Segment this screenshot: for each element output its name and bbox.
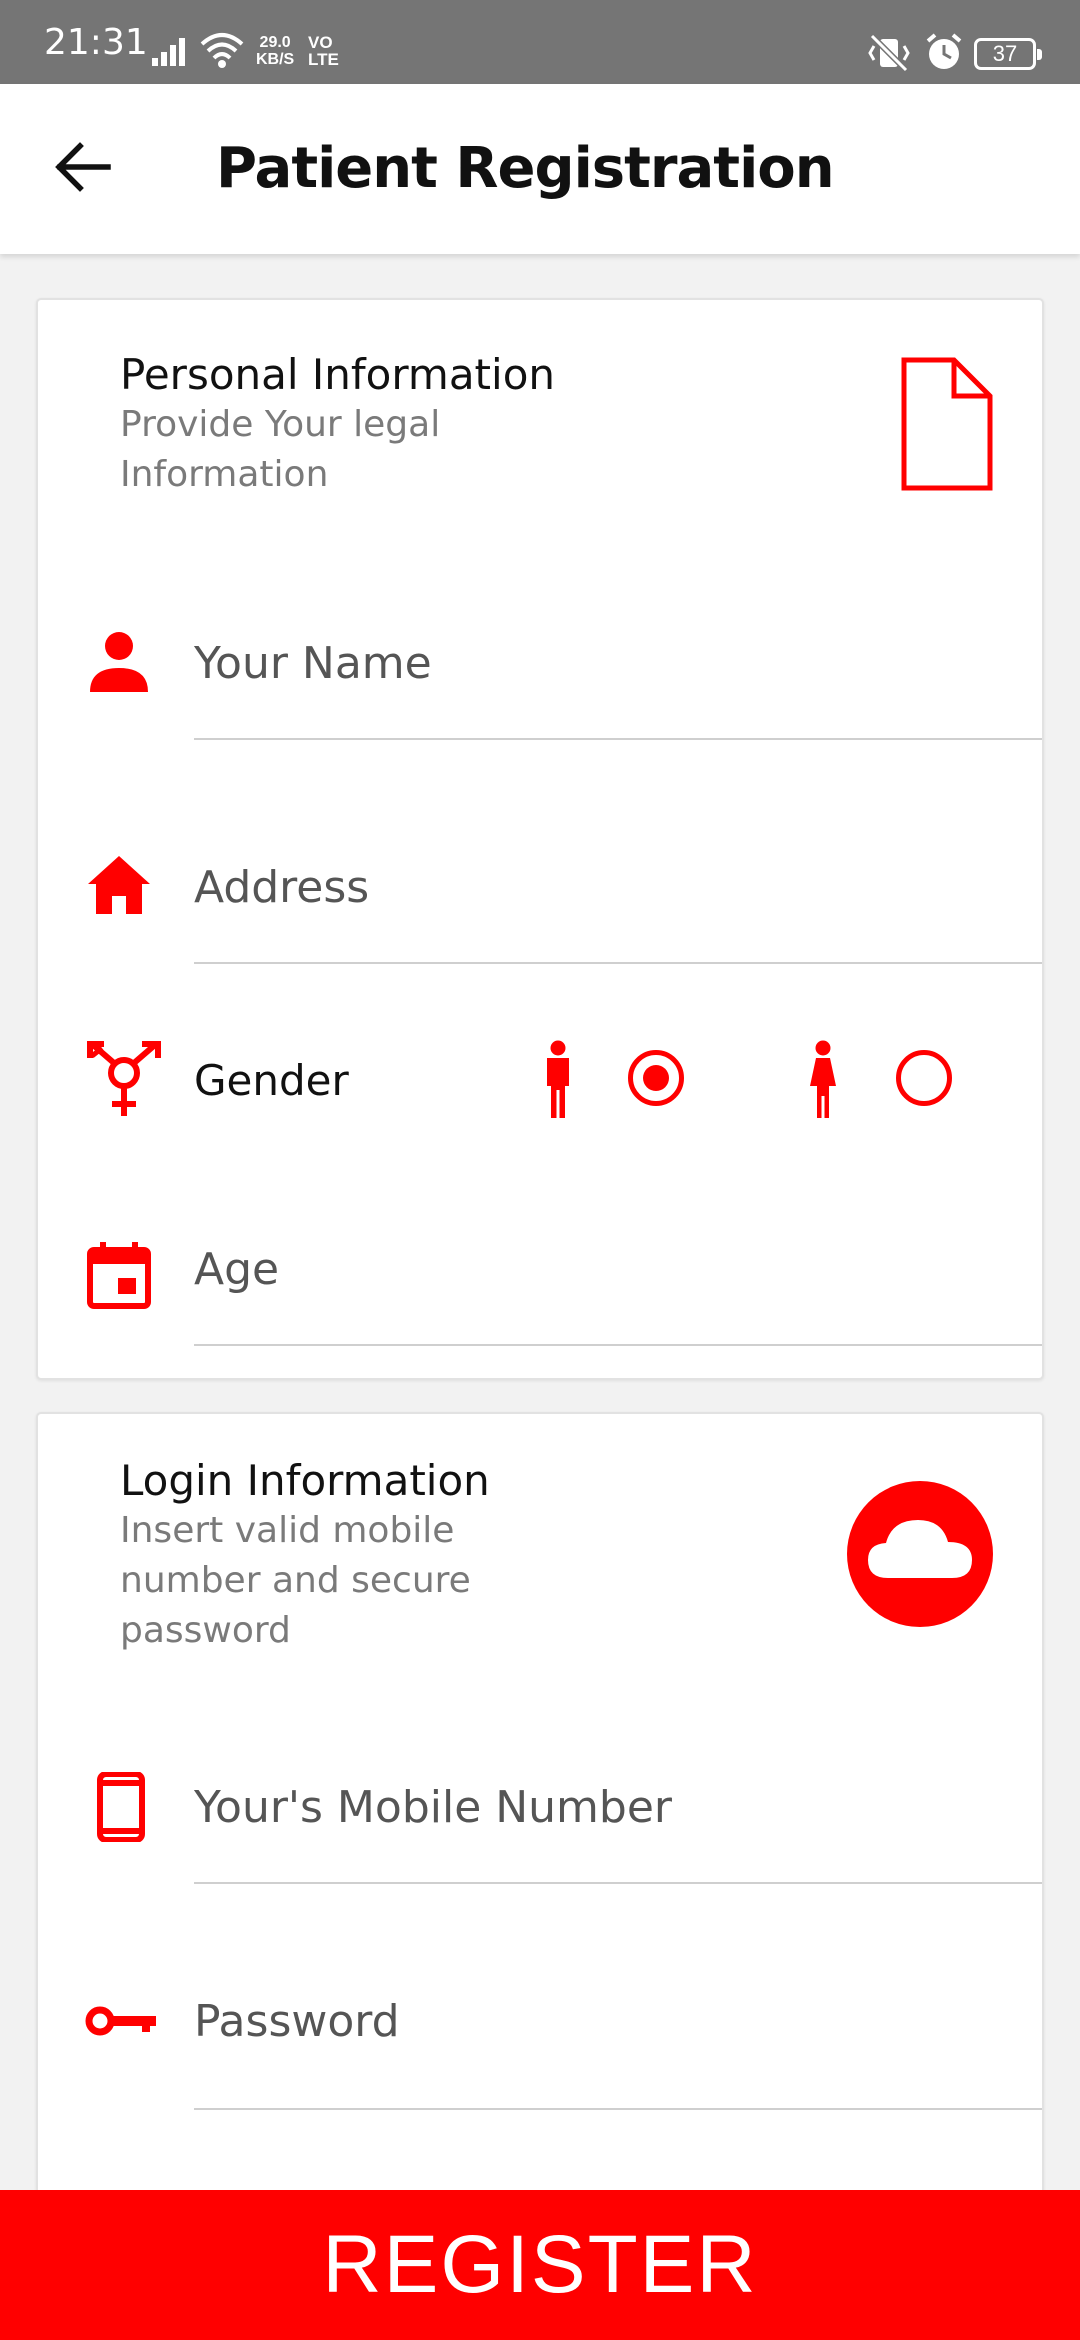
personal-information-title: Personal Information <box>120 350 556 399</box>
phone-icon <box>97 1772 145 1842</box>
password-underline <box>194 2108 1042 2110</box>
gender-icon <box>87 1041 161 1116</box>
volte-indicator: VO LTE <box>308 34 339 68</box>
name-input[interactable] <box>194 618 1042 708</box>
network-speed-value: 29.0 <box>259 34 291 51</box>
register-button[interactable]: REGISTER <box>0 2190 1080 2340</box>
age-input[interactable] <box>194 1224 1042 1314</box>
signal-icon <box>152 38 185 66</box>
age-underline <box>194 1344 1042 1346</box>
address-input[interactable] <box>194 842 1042 932</box>
screen: 21:31 29.0 KB/S VO LTE 37 Patient Regist… <box>0 0 1080 2340</box>
page-title: Patient Registration <box>216 136 835 201</box>
female-radio[interactable] <box>896 1050 952 1106</box>
mobile-underline <box>194 1882 1042 1884</box>
network-speed: 29.0 KB/S <box>256 34 294 68</box>
address-underline <box>194 962 1042 964</box>
volte-bottom: LTE <box>308 50 339 69</box>
password-input[interactable] <box>194 1976 1042 2066</box>
home-icon <box>88 856 150 914</box>
login-information-title: Login Information <box>120 1456 490 1505</box>
login-information-card: Login Information Insert valid mobile nu… <box>36 1412 1044 2212</box>
name-underline <box>194 738 1042 740</box>
cloud-icon <box>847 1481 993 1627</box>
personal-information-card: Personal Information Provide Your legal … <box>36 298 1044 1380</box>
volte-top: VO <box>308 33 333 52</box>
calendar-icon <box>87 1242 151 1309</box>
mobile-number-input[interactable] <box>194 1762 1042 1852</box>
male-icon <box>547 1040 569 1118</box>
alarm-icon <box>926 33 962 69</box>
gender-label: Gender <box>194 1056 349 1105</box>
network-speed-unit: KB/S <box>256 51 295 68</box>
status-time: 21:31 <box>44 22 148 63</box>
male-radio[interactable] <box>628 1050 684 1106</box>
vibrate-off-icon <box>868 34 910 72</box>
document-icon <box>901 357 993 491</box>
personal-information-subtitle: Provide Your legal Information <box>120 404 441 495</box>
person-icon <box>90 632 148 692</box>
arrow-back-icon[interactable] <box>50 134 116 200</box>
female-icon <box>810 1040 836 1118</box>
login-information-subtitle: Insert valid mobile number and secure pa… <box>120 1510 471 1651</box>
battery-indicator: 37 <box>974 38 1042 70</box>
app-bar: Patient Registration <box>0 84 1080 254</box>
key-icon <box>85 2006 156 2036</box>
wifi-icon <box>200 33 244 68</box>
status-bar: 21:31 29.0 KB/S VO LTE 37 <box>0 0 1080 84</box>
